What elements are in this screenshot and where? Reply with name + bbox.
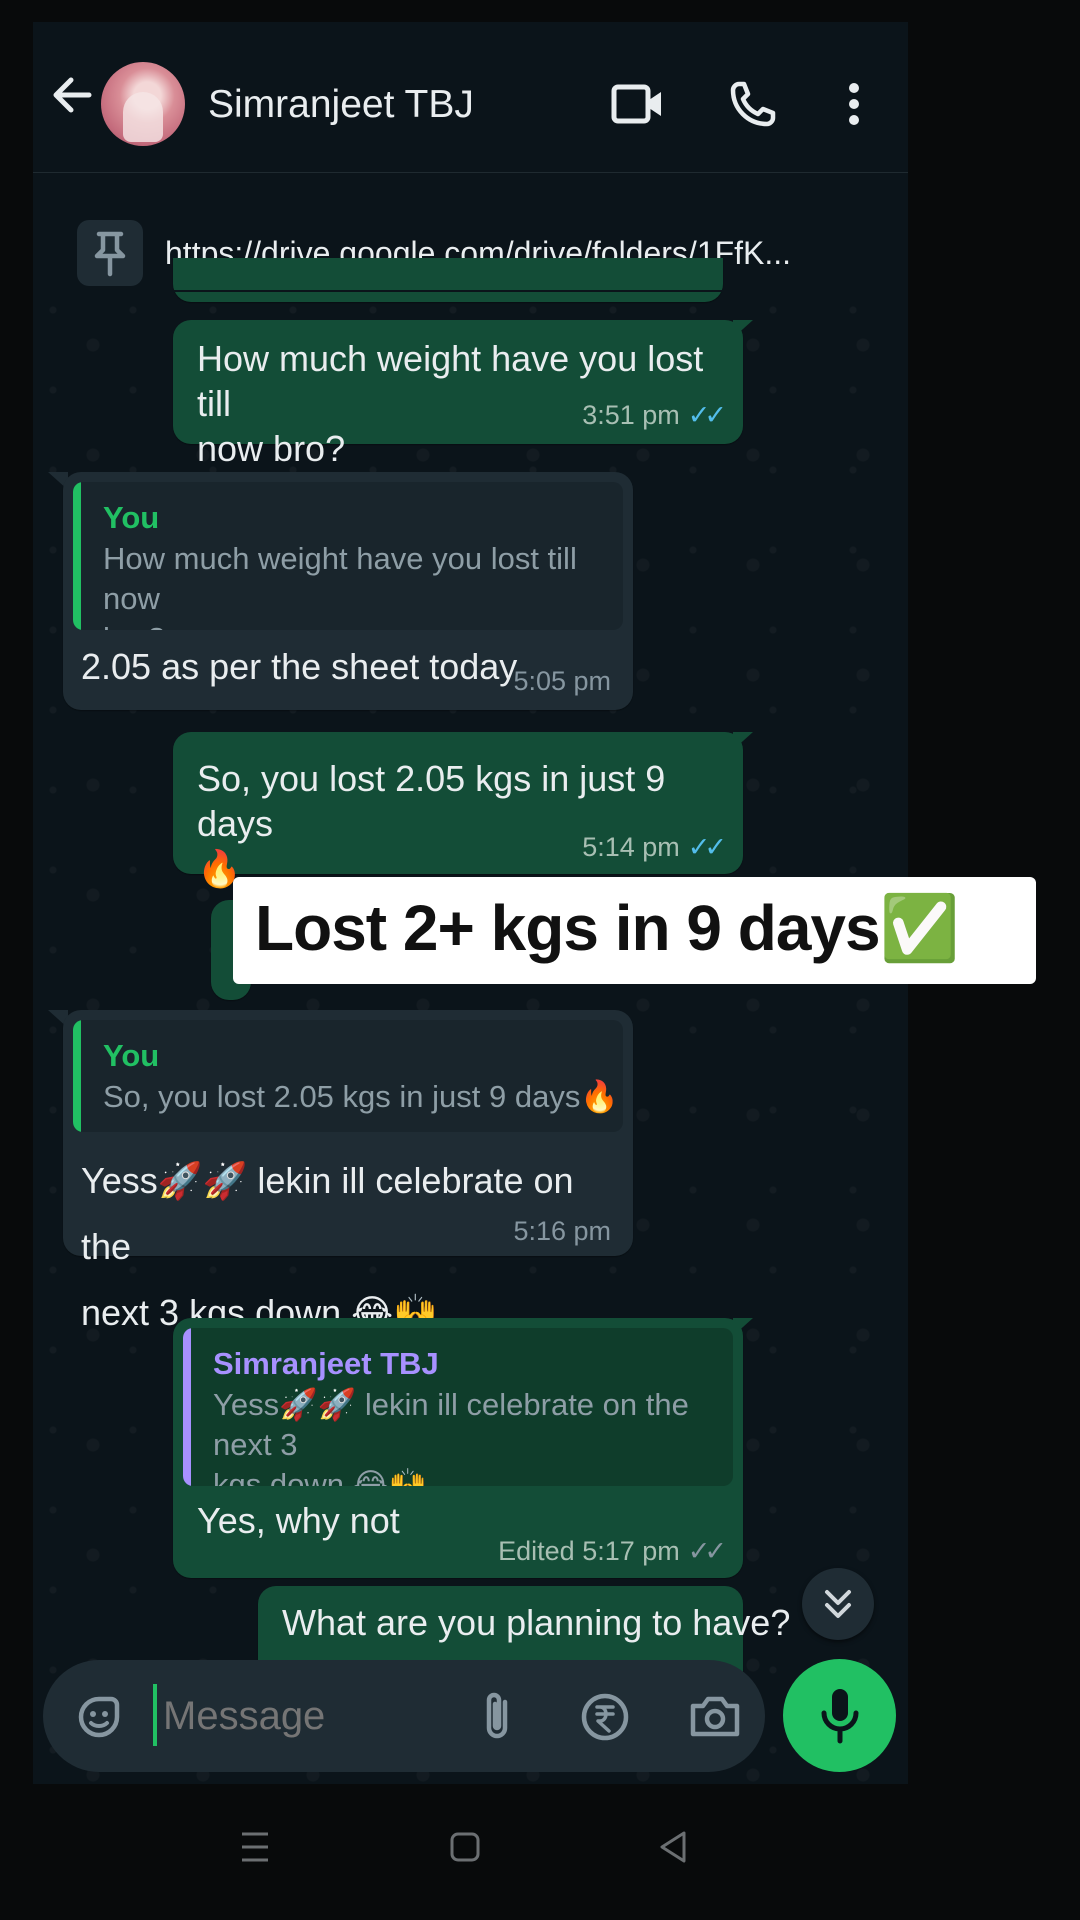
quoted-message[interactable]: You How much weight have you lost till n… bbox=[73, 482, 623, 630]
chat-header: Simranjeet TBJ bbox=[33, 22, 908, 173]
mic-button[interactable] bbox=[783, 1659, 896, 1772]
message-time: 5:16 pm bbox=[513, 1216, 611, 1246]
message-text: 2.05 as per the sheet today bbox=[81, 646, 518, 687]
quoted-text: How much weight have you lost till now b… bbox=[103, 541, 577, 630]
camera-icon[interactable] bbox=[689, 1694, 741, 1743]
quoted-author: Simranjeet TBJ bbox=[213, 1346, 439, 1381]
message-bubble-cutoff[interactable] bbox=[173, 258, 723, 302]
quoted-message[interactable]: You So, you lost 2.05 kgs in just 9 days… bbox=[73, 1020, 623, 1132]
message-text: What are you planning to have? bbox=[282, 1602, 791, 1643]
bubble-tail bbox=[733, 320, 753, 338]
mic-icon bbox=[821, 1689, 859, 1744]
attach-icon[interactable] bbox=[475, 1688, 519, 1749]
message-text: Yess🚀🚀 lekin ill celebrate on the next 3… bbox=[81, 1160, 574, 1333]
message-time: 5:14 pm bbox=[582, 832, 680, 862]
message-text: So, you lost 2.05 kgs in just 9 days 🔥 bbox=[197, 758, 666, 889]
overlay-caption-banner: Lost 2+ kgs in 9 days✅ bbox=[233, 877, 1036, 984]
edited-label: Edited bbox=[498, 1536, 575, 1566]
video-call-icon[interactable] bbox=[611, 84, 665, 124]
more-options-icon[interactable] bbox=[847, 82, 861, 126]
message-time: 3:51 pm bbox=[582, 400, 680, 430]
phone-icon[interactable] bbox=[729, 80, 777, 128]
rupee-payment-icon[interactable] bbox=[580, 1692, 630, 1747]
read-ticks-icon: ✓✓ bbox=[687, 400, 727, 430]
quoted-text: So, you lost 2.05 kgs in just 9 days🔥 bbox=[103, 1079, 619, 1114]
message-meta: 3:51 pm ✓✓ bbox=[582, 400, 727, 431]
quoted-author: You bbox=[103, 500, 160, 535]
message-input[interactable] bbox=[161, 1682, 465, 1750]
back-nav-icon[interactable] bbox=[658, 1830, 688, 1869]
quoted-text: Yess🚀🚀 lekin ill celebrate on the next 3… bbox=[213, 1387, 689, 1486]
message-time: 5:17 pm bbox=[582, 1536, 680, 1566]
bubble-tail bbox=[733, 732, 753, 750]
message-bubble-incoming[interactable]: You How much weight have you lost till n… bbox=[63, 472, 633, 710]
recents-nav-icon[interactable] bbox=[240, 1830, 270, 1869]
message-input-bar bbox=[43, 1660, 765, 1772]
message-bubble-outgoing[interactable]: How much weight have you lost till now b… bbox=[173, 320, 743, 469]
avatar[interactable] bbox=[101, 62, 185, 146]
system-navbar bbox=[0, 1784, 1080, 1920]
contact-name[interactable]: Simranjeet TBJ bbox=[208, 83, 474, 127]
home-nav-icon[interactable] bbox=[450, 1832, 480, 1867]
sticker-icon[interactable] bbox=[73, 1691, 125, 1748]
quoted-author: You bbox=[103, 1038, 160, 1073]
message-bubble-outgoing[interactable]: Simranjeet TBJ Yess🚀🚀 lekin ill celebrat… bbox=[173, 1318, 743, 1578]
message-meta: 5:14 pm ✓✓ bbox=[582, 832, 727, 863]
delivered-ticks-icon: ✓✓ bbox=[687, 1536, 727, 1566]
overlay-caption-text: Lost 2+ kgs in 9 days✅ bbox=[255, 892, 959, 964]
back-arrow-icon[interactable] bbox=[49, 72, 95, 118]
message-bubble-outgoing[interactable]: So, you lost 2.05 kgs in just 9 days 🔥 5… bbox=[173, 732, 743, 889]
read-ticks-icon: ✓✓ bbox=[687, 832, 727, 862]
pin-icon bbox=[77, 220, 143, 286]
message-text: Yes, why not bbox=[197, 1500, 400, 1541]
message-bubble-incoming[interactable]: You So, you lost 2.05 kgs in just 9 days… bbox=[63, 1010, 633, 1333]
quoted-message[interactable]: Simranjeet TBJ Yess🚀🚀 lekin ill celebrat… bbox=[183, 1328, 733, 1486]
bubble-tail bbox=[733, 1318, 753, 1336]
text-cursor bbox=[153, 1684, 157, 1746]
message-time: 5:05 pm bbox=[513, 666, 611, 696]
scroll-down-icon[interactable] bbox=[802, 1568, 874, 1640]
message-meta: Edited 5:17 pm ✓✓ bbox=[498, 1536, 727, 1567]
